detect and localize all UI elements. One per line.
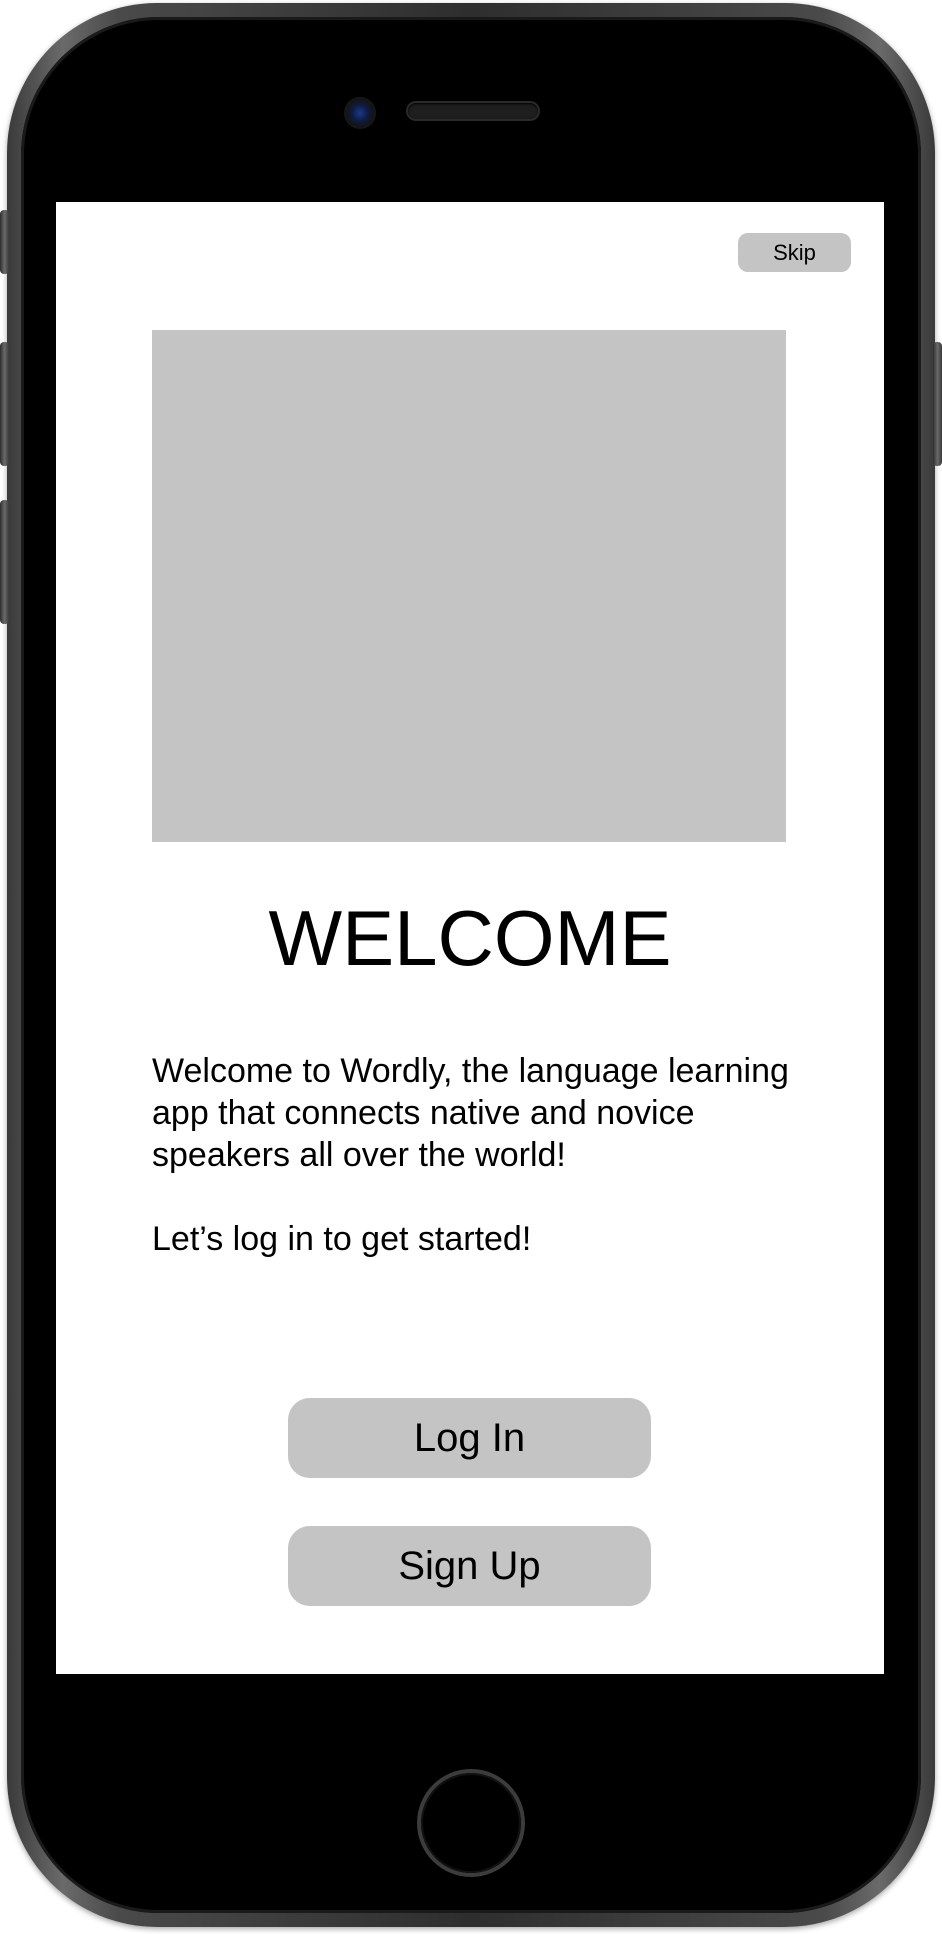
power-button xyxy=(933,342,942,466)
home-button[interactable] xyxy=(421,1773,521,1873)
volume-up-button xyxy=(0,342,9,466)
skip-button[interactable]: Skip xyxy=(738,233,851,272)
page-title: WELCOME xyxy=(268,894,672,982)
earpiece-speaker xyxy=(408,103,538,119)
intro-text: Welcome to Wordly, the language learning… xyxy=(152,1052,789,1174)
login-button[interactable]: Log In xyxy=(288,1398,651,1478)
signup-button[interactable]: Sign Up xyxy=(288,1526,651,1606)
cta-text: Let’s log in to get started! xyxy=(152,1220,532,1258)
volume-down-button xyxy=(0,500,9,624)
hero-image-placeholder xyxy=(152,330,786,842)
mute-switch xyxy=(0,210,9,274)
front-camera-icon xyxy=(344,97,376,129)
welcome-screen: Skip WELCOME Welcome to Wordly, the lang… xyxy=(56,202,884,1674)
